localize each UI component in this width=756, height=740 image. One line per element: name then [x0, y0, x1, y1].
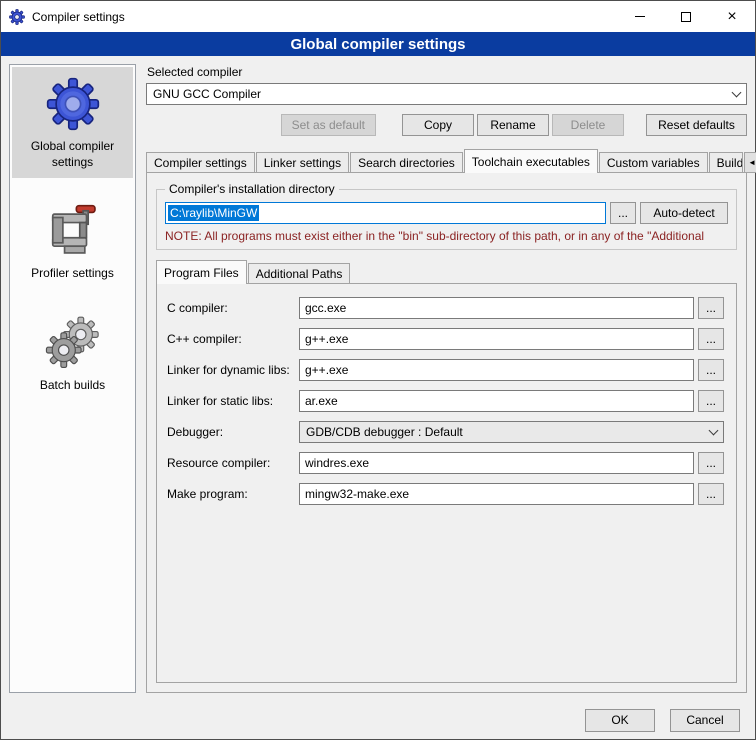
settings-tabbar: Compiler settings Linker settings Search… — [146, 149, 747, 173]
installation-directory-value: C:\raylib\MinGW — [168, 205, 259, 221]
c-compiler-input[interactable] — [299, 297, 694, 319]
main-panel: Selected compiler GNU GCC Compiler Set a… — [146, 64, 747, 693]
profiler-tool-icon — [46, 204, 100, 258]
browse-directory-button[interactable]: ... — [610, 202, 636, 224]
make-program-browse-button[interactable]: ... — [698, 483, 724, 505]
static-linker-browse-button[interactable]: ... — [698, 390, 724, 412]
minimize-button[interactable] — [617, 1, 663, 32]
maximize-icon — [681, 12, 691, 22]
c-compiler-label: C compiler: — [167, 301, 299, 315]
sidebar-item-batch-builds[interactable]: Batch builds — [12, 306, 133, 402]
tab-additional-paths[interactable]: Additional Paths — [248, 263, 351, 284]
resource-compiler-row: Resource compiler: ... — [167, 452, 724, 474]
titlebar: Compiler settings × — [1, 1, 755, 32]
gray-gears-icon — [45, 316, 101, 370]
settings-sidebar: Global compiler settings Profiler settin… — [9, 64, 136, 693]
dynamic-linker-input[interactable] — [299, 359, 694, 381]
static-linker-label: Linker for static libs: — [167, 394, 299, 408]
delete-button: Delete — [552, 114, 624, 136]
chevron-down-icon — [732, 87, 742, 97]
c-compiler-browse-button[interactable]: ... — [698, 297, 724, 319]
sidebar-item-global-compiler-settings[interactable]: Global compiler settings — [12, 67, 133, 178]
installation-directory-input[interactable]: C:\raylib\MinGW — [165, 202, 606, 224]
debugger-label: Debugger: — [167, 425, 299, 439]
cpp-compiler-row: C++ compiler: ... — [167, 328, 724, 350]
program-files-panel: C compiler: ... C++ compiler: ... Linker… — [156, 283, 737, 683]
cpp-compiler-browse-button[interactable]: ... — [698, 328, 724, 350]
dynamic-linker-browse-button[interactable]: ... — [698, 359, 724, 381]
compiler-settings-window: Compiler settings × Global compiler sett… — [0, 0, 756, 740]
tab-compiler-settings[interactable]: Compiler settings — [146, 152, 255, 173]
make-program-label: Make program: — [167, 487, 299, 501]
sidebar-item-label: Global compiler settings — [14, 139, 131, 170]
static-linker-row: Linker for static libs: ... — [167, 390, 724, 412]
selected-compiler-combobox[interactable]: GNU GCC Compiler — [146, 83, 747, 105]
dialog-banner: Global compiler settings — [1, 32, 755, 56]
tab-linker-settings[interactable]: Linker settings — [256, 152, 349, 173]
auto-detect-button[interactable]: Auto-detect — [640, 202, 728, 224]
dynamic-linker-label: Linker for dynamic libs: — [167, 363, 299, 377]
sidebar-item-label: Batch builds — [40, 378, 105, 394]
tab-search-directories[interactable]: Search directories — [350, 152, 463, 173]
banner-title: Global compiler settings — [290, 36, 465, 53]
set-as-default-button: Set as default — [281, 114, 376, 136]
debugger-row: Debugger: GDB/CDB debugger : Default — [167, 421, 724, 443]
resource-compiler-input[interactable] — [299, 452, 694, 474]
cancel-button[interactable]: Cancel — [670, 709, 740, 732]
compiler-button-row: Set as default Copy Rename Delete Reset … — [146, 114, 747, 136]
installation-directory-group: Compiler's installation directory C:\ray… — [156, 182, 737, 250]
tab-program-files[interactable]: Program Files — [156, 260, 247, 284]
resource-compiler-browse-button[interactable]: ... — [698, 452, 724, 474]
make-program-input[interactable] — [299, 483, 694, 505]
debugger-value: GDB/CDB debugger : Default — [306, 425, 710, 439]
programs-tabbar: Program Files Additional Paths — [156, 260, 737, 284]
close-button[interactable]: × — [709, 1, 755, 32]
selected-compiler-value: GNU GCC Compiler — [153, 87, 733, 101]
static-linker-input[interactable] — [299, 390, 694, 412]
c-compiler-row: C compiler: ... — [167, 297, 724, 319]
dialog-body: Global compiler settings Profiler settin… — [1, 56, 755, 701]
tab-scroll-controls: ◄ ► — [744, 152, 756, 173]
minimize-icon — [635, 16, 645, 17]
tab-scroll-left-button[interactable]: ◄ — [744, 152, 756, 173]
toolchain-executables-panel: Compiler's installation directory C:\ray… — [146, 172, 747, 693]
selected-compiler-label: Selected compiler — [147, 65, 747, 79]
ok-button[interactable]: OK — [585, 709, 655, 732]
maximize-button[interactable] — [663, 1, 709, 32]
installation-directory-row: C:\raylib\MinGW ... Auto-detect — [165, 202, 728, 224]
close-icon: × — [727, 9, 736, 25]
make-program-row: Make program: ... — [167, 483, 724, 505]
sidebar-item-profiler-settings[interactable]: Profiler settings — [12, 194, 133, 290]
arrow-left-icon: ◄ — [748, 158, 756, 167]
window-controls: × — [617, 1, 755, 32]
tab-build-options[interactable]: Build — [709, 152, 743, 173]
tab-custom-variables[interactable]: Custom variables — [599, 152, 708, 173]
installation-directory-label: Compiler's installation directory — [165, 182, 339, 196]
sidebar-item-label: Profiler settings — [31, 266, 114, 282]
app-icon — [9, 9, 25, 25]
blue-gear-icon — [46, 77, 100, 131]
copy-button[interactable]: Copy — [402, 114, 474, 136]
window-title: Compiler settings — [32, 10, 125, 24]
rename-button[interactable]: Rename — [477, 114, 549, 136]
cpp-compiler-label: C++ compiler: — [167, 332, 299, 346]
cpp-compiler-input[interactable] — [299, 328, 694, 350]
debugger-combobox[interactable]: GDB/CDB debugger : Default — [299, 421, 724, 443]
reset-defaults-button[interactable]: Reset defaults — [646, 114, 747, 136]
dialog-footer: OK Cancel — [1, 701, 755, 739]
tab-toolchain-executables[interactable]: Toolchain executables — [464, 149, 598, 173]
bin-subdirectory-note: NOTE: All programs must exist either in … — [165, 229, 728, 243]
chevron-down-icon — [709, 425, 719, 435]
dynamic-linker-row: Linker for dynamic libs: ... — [167, 359, 724, 381]
resource-compiler-label: Resource compiler: — [167, 456, 299, 470]
